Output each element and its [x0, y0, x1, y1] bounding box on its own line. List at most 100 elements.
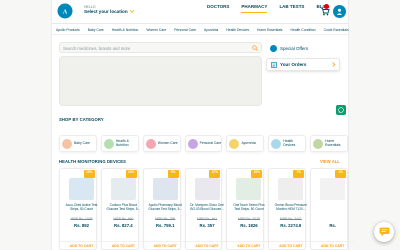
product-price: Rs. 892	[73, 223, 90, 228]
strip-health-devices[interactable]: Health Devices	[226, 28, 249, 32]
add-to-cart-button[interactable]: ADD TO CART	[101, 241, 145, 250]
product-name[interactable]: Dr. Morepen Gluco One BG-03 Blood Glucos…	[189, 203, 226, 212]
your-orders-button[interactable]: Your Orders	[266, 58, 340, 71]
product-image[interactable]	[152, 178, 178, 200]
add-to-cart-button[interactable]: ADD TO CART	[227, 241, 271, 250]
category-label: Ayurveda	[241, 140, 256, 145]
health-monitoring-title: HEALTH MONITORING DEVICES	[59, 159, 127, 164]
strip-covid-essentials[interactable]: Covid Essentials	[324, 28, 349, 32]
left-margin	[0, 0, 52, 250]
product-card[interactable]: 10% OneTouch Select Plus Test Strips, 50…	[226, 168, 271, 250]
product-image[interactable]	[320, 178, 346, 200]
strip-baby-care[interactable]: Baby Care	[88, 28, 104, 32]
view-all-link[interactable]: VIEW ALL	[320, 159, 340, 164]
product-image[interactable]	[278, 178, 304, 200]
add-to-cart-button[interactable]: ADD TO CART	[60, 241, 103, 250]
strip-apollo-products[interactable]: Apollo Products	[56, 28, 80, 32]
category-card-baby-care[interactable]: Baby Care	[59, 135, 97, 152]
strip-health-nutrition[interactable]: Health & Nutrition	[112, 28, 139, 32]
search-icon[interactable]	[252, 45, 258, 51]
offer-icon	[270, 44, 277, 52]
product-mrp: MRP Rs. 960	[113, 217, 134, 221]
chevron-right-icon	[332, 62, 336, 67]
product-image[interactable]	[110, 178, 136, 200]
ayurveda-icon	[229, 138, 240, 149]
strip-ayurveda[interactable]: Ayurveda	[204, 28, 218, 32]
product-price: Rs. 1826	[240, 223, 258, 228]
whatsapp-button[interactable]	[336, 105, 346, 115]
health-nutrition-icon	[103, 138, 114, 149]
category-card-health-devices[interactable]: Health Devices	[268, 135, 307, 152]
product-mrp: MRP Rs. 799	[155, 217, 176, 221]
discount-badge: 1%	[335, 170, 347, 178]
category-label: Home Essentials	[325, 138, 341, 147]
health-devices-icon	[271, 138, 282, 149]
strip-personal-care[interactable]: Personal Care	[174, 28, 196, 32]
category-card-personal-care[interactable]: Personal Care	[184, 135, 223, 152]
product-name[interactable]: Omron Blood Pressure Monitor HEM 7120...	[272, 203, 309, 212]
location-selector[interactable]: HELLO Select your location	[84, 5, 134, 14]
product-card[interactable]: 1% Rs. ADD TO CART	[310, 168, 355, 250]
user-icon	[336, 8, 343, 15]
discount-badge: 15%	[83, 170, 95, 178]
nav-lab-tests[interactable]: LAB TESTS	[279, 4, 304, 12]
product-price: Rs.	[329, 223, 336, 228]
nav-doctors[interactable]: DOCTORS	[207, 4, 229, 12]
strip-home-essentials[interactable]: Home Essentials	[257, 28, 282, 32]
product-price: Rs. 759.1	[155, 223, 175, 228]
category-card-women-care[interactable]: Women Care	[142, 135, 181, 152]
category-row: Baby Care Health & Nutrition Women Care …	[59, 135, 349, 152]
add-to-cart-button[interactable]: ADD TO CART	[269, 241, 313, 250]
product-name[interactable]: Apollo Pharmacy Blood Glucose Test Strip…	[147, 203, 184, 212]
category-card-home-essentials[interactable]: Home Essentials	[310, 135, 349, 152]
add-to-cart-button[interactable]: ADD TO CART	[311, 241, 355, 250]
product-image[interactable]	[236, 178, 262, 200]
location-prompt: Select your location	[84, 9, 128, 14]
product-card[interactable]: 7% Omron Blood Pressure Monitor HEM 7120…	[268, 168, 313, 250]
orders-icon	[271, 61, 277, 68]
strip-women-care[interactable]: Women Care	[146, 28, 166, 32]
profile-avatar[interactable]	[333, 5, 346, 18]
product-card[interactable]: 27% Dr. Morepen Gluco One BG-03 Blood Gl…	[184, 168, 229, 250]
category-card-health-nutrition[interactable]: Health & Nutrition	[100, 135, 139, 152]
women-care-icon	[145, 138, 156, 149]
product-card[interactable]: 15% Accu-Chek Active Test Strips, 50 Cou…	[59, 168, 103, 250]
product-image[interactable]	[69, 178, 94, 200]
discount-badge: 7%	[293, 170, 305, 178]
right-margin	[348, 0, 400, 250]
chevron-down-icon	[129, 10, 134, 13]
strip-health-condition[interactable]: Health Condition	[291, 28, 316, 32]
product-mrp: MRP Rs. 491	[197, 217, 218, 221]
nav-pharmacy[interactable]: PHARMACY	[241, 4, 268, 13]
special-offers-link[interactable]: Special Offers	[268, 42, 340, 54]
product-row: 15% Accu-Chek Active Test Strips, 50 Cou…	[59, 168, 355, 250]
search-input[interactable]: Search medicines, brands and more	[63, 46, 130, 51]
add-to-cart-button[interactable]: ADD TO CART	[185, 241, 229, 250]
special-offers-label: Special Offers	[280, 45, 309, 51]
discount-badge: 5%	[167, 170, 179, 178]
add-to-cart-button[interactable]: ADD TO CART	[143, 241, 187, 250]
svg-text:A: A	[63, 10, 68, 16]
your-orders-label: Your Orders	[280, 62, 307, 67]
category-strip: Apollo Products Baby Care Health & Nutri…	[52, 25, 349, 35]
home-essentials-icon	[313, 138, 324, 149]
apollo-logo[interactable]: A	[56, 3, 74, 20]
product-mrp: MRP Rs. 1049	[70, 217, 93, 221]
product-price: Rs. 2274.9	[280, 223, 302, 228]
hero-banner[interactable]	[59, 56, 262, 106]
shop-by-category-title: SHOP BY CATEGORY	[59, 117, 104, 122]
product-name[interactable]: OneTouch Select Plus Test Strips, 50 Cou…	[230, 203, 267, 212]
product-mrp: MRP Rs. 2441	[279, 217, 302, 221]
category-label: Health Devices	[283, 138, 296, 147]
product-image[interactable]	[194, 178, 220, 200]
product-card[interactable]: 5% Apollo Pharmacy Blood Glucose Test St…	[142, 168, 187, 250]
discount-badge: 14%	[125, 170, 137, 178]
category-card-ayurveda[interactable]: Ayurveda	[226, 135, 265, 152]
cart-badge	[324, 4, 329, 9]
search-bar[interactable]: Search medicines, brands and more	[59, 42, 262, 53]
chat-button[interactable]	[374, 222, 394, 242]
product-card[interactable]: 14% Contour Plus Blood Glucose Test Stri…	[100, 168, 145, 250]
category-label: Women Care	[157, 140, 178, 145]
product-name[interactable]: Contour Plus Blood Glucose Test Strips, …	[105, 203, 142, 212]
product-name[interactable]: Accu-Chek Active Test Strips, 50 Count	[63, 203, 100, 212]
